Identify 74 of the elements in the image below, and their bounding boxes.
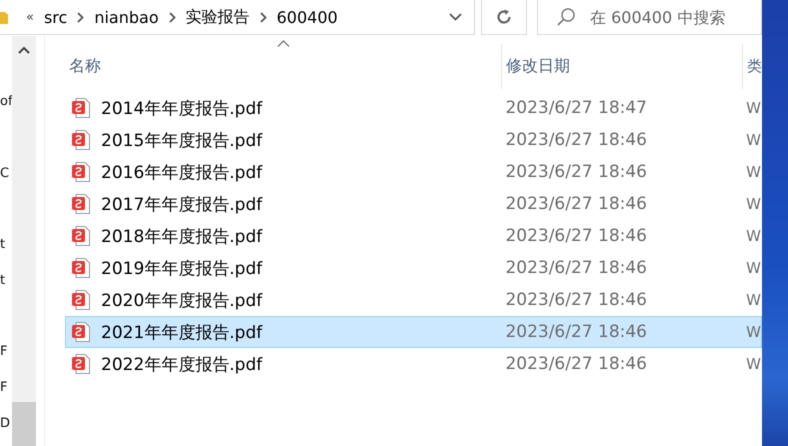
file-name: 2017年年度报告.pdf <box>101 194 262 216</box>
modified-date: 2023/6/27 18:46 <box>505 290 647 310</box>
scrollbar-track[interactable] <box>12 36 36 446</box>
nav-item[interactable]: of <box>0 94 13 110</box>
scrollbar-thumb[interactable] <box>12 402 36 446</box>
pdf-file-icon <box>72 322 90 342</box>
nav-item[interactable]: t <box>0 237 6 252</box>
file-type: W <box>746 355 761 373</box>
modified-date: 2023/6/27 18:47 <box>505 98 647 118</box>
pdf-file-icon <box>72 354 90 374</box>
file-row[interactable]: 2018年年度报告.pdf 2023/6/27 18:46 W <box>65 220 762 252</box>
breadcrumb[interactable]: 实验报告 <box>186 6 250 28</box>
column-header[interactable]: 修改日期 <box>502 44 743 89</box>
search-icon <box>556 7 576 27</box>
search-input[interactable]: 在 600400 中搜索 <box>588 6 752 28</box>
file-row[interactable]: 2019年年度报告.pdf 2023/6/27 18:46 W <box>65 252 762 284</box>
modified-date: 2023/6/27 18:46 <box>505 226 647 246</box>
file-name: 2016年年度报告.pdf <box>101 162 262 184</box>
path-overflow-button[interactable]: « <box>26 10 34 24</box>
breadcrumb[interactable]: 600400 <box>276 8 338 26</box>
file-type: W <box>746 227 761 245</box>
column-header[interactable]: 类 <box>743 44 762 89</box>
modified-date: 2023/6/27 18:46 <box>505 130 647 150</box>
file-name: 2020年年度报告.pdf <box>101 290 262 312</box>
pdf-file-icon <box>72 226 90 246</box>
dropdown-icon[interactable] <box>449 13 462 21</box>
nav-item[interactable]: F <box>0 344 8 360</box>
file-type: W <box>746 259 761 277</box>
file-type: W <box>746 163 761 181</box>
modified-date: 2023/6/27 18:46 <box>505 258 647 278</box>
file-name: 2015年年度报告.pdf <box>101 130 262 152</box>
file-row[interactable]: 2020年年度报告.pdf 2023/6/27 18:46 W <box>65 284 762 316</box>
refresh-icon <box>495 8 513 26</box>
modified-date: 2023/6/27 18:46 <box>505 194 647 214</box>
file-row[interactable]: 2017年年度报告.pdf 2023/6/27 18:46 W <box>65 188 762 220</box>
scroll-up-icon[interactable] <box>18 46 30 54</box>
search-field[interactable]: 在 600400 中搜索 <box>537 0 762 35</box>
file-name: 2014年年度报告.pdf <box>101 98 262 120</box>
file-name: 2019年年度报告.pdf <box>101 258 262 280</box>
file-row[interactable]: 2016年年度报告.pdf 2023/6/27 18:46 W <box>65 156 762 188</box>
pdf-file-icon <box>72 290 90 310</box>
address-bar[interactable]: « src nianbao 实验报告 600400 <box>0 0 475 35</box>
pdf-file-icon <box>72 98 90 118</box>
file-type: W <box>746 291 761 309</box>
file-name: 2021年年度报告.pdf <box>101 322 262 344</box>
file-row[interactable]: 2022年年度报告.pdf 2023/6/27 18:46 W <box>65 348 762 380</box>
pdf-file-icon <box>72 162 90 182</box>
file-type: W <box>746 323 761 341</box>
file-name: 2022年年度报告.pdf <box>101 354 262 376</box>
nav-item[interactable]: C <box>0 166 10 181</box>
breadcrumb[interactable]: nianbao <box>94 8 159 26</box>
refresh-button[interactable] <box>481 0 527 35</box>
chevron-icon[interactable] <box>260 12 267 22</box>
file-type: W <box>746 99 761 117</box>
nav-item[interactable]: F <box>0 380 8 395</box>
file-type: W <box>746 131 761 149</box>
breadcrumb[interactable]: src <box>44 8 68 26</box>
nav-item[interactable]: t <box>0 272 6 288</box>
modified-date: 2023/6/27 18:46 <box>505 354 647 374</box>
pdf-file-icon <box>72 258 90 278</box>
pdf-file-icon <box>72 130 90 150</box>
file-type: W <box>746 195 761 213</box>
chevron-icon[interactable] <box>77 12 84 22</box>
chevron-icon[interactable] <box>168 12 176 22</box>
file-row[interactable]: 2014年年度报告.pdf 2023/6/27 18:47 W <box>65 92 762 124</box>
nav-item[interactable]: D <box>0 416 10 431</box>
file-row[interactable]: 2021年年度报告.pdf 2023/6/27 18:46 W <box>65 316 762 348</box>
pdf-file-icon <box>72 194 90 214</box>
file-name: 2018年年度报告.pdf <box>101 226 262 248</box>
file-row[interactable]: 2015年年度报告.pdf 2023/6/27 18:46 W <box>65 124 762 156</box>
column-header[interactable]: 名称 <box>65 44 502 89</box>
modified-date: 2023/6/27 18:46 <box>505 322 647 342</box>
modified-date: 2023/6/27 18:46 <box>505 162 647 182</box>
folder-icon <box>0 9 8 25</box>
